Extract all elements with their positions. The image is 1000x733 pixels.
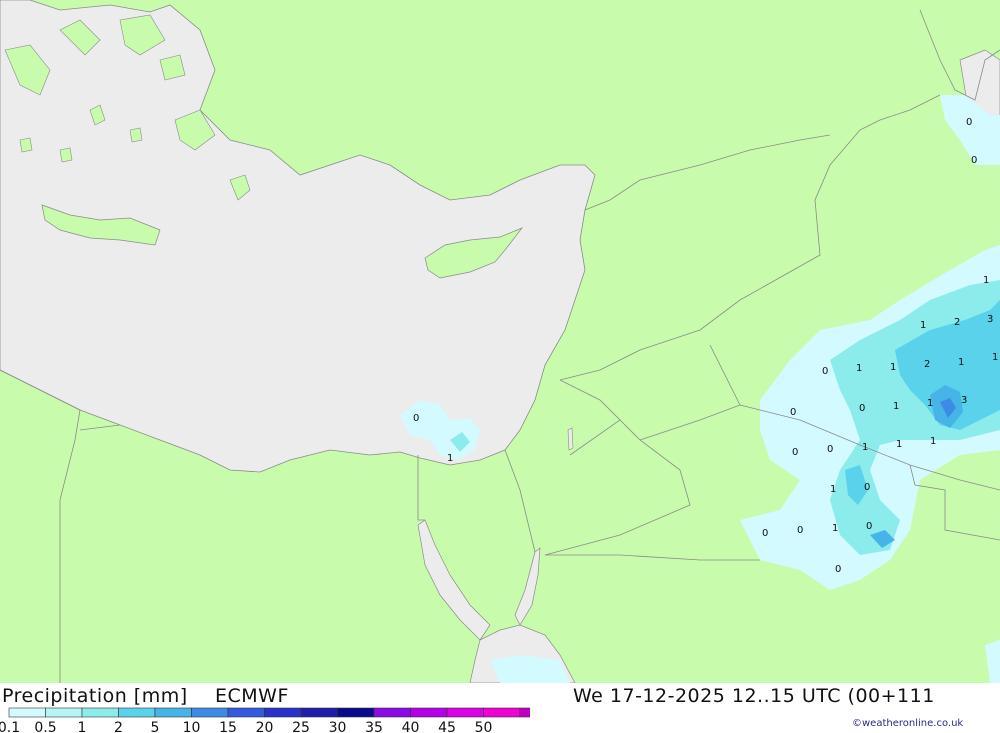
map-value-label: 1 <box>856 363 862 374</box>
map-value-label: 1 <box>992 352 998 363</box>
legend-swatch <box>264 707 302 718</box>
legend-tick-label: 50 <box>475 720 493 733</box>
legend-swatch <box>118 707 156 718</box>
map-value-label: 0 <box>827 444 833 455</box>
map-value-label: 2 <box>924 359 930 370</box>
legend-tick-label: 45 <box>438 720 456 733</box>
legend-swatch <box>8 707 46 718</box>
legend-swatch <box>191 707 229 718</box>
credit-link[interactable]: ©weatheronline.co.uk <box>852 718 963 729</box>
map-value-label: 0 <box>822 366 828 377</box>
map-value-label: 1 <box>447 453 453 464</box>
model-name: ECMWF <box>215 685 289 707</box>
legend-tick-label: 35 <box>365 720 383 733</box>
map-footer: Precipitation [mm] ECMWF We 17-12-2025 1… <box>0 683 1000 733</box>
legend-swatch <box>45 707 83 718</box>
map-value-label: 0 <box>762 528 768 539</box>
map-value-label: 0 <box>797 525 803 536</box>
legend-tick-label: 5 <box>151 720 160 733</box>
map-value-label: 0 <box>835 564 841 575</box>
legend-swatch <box>300 707 338 718</box>
map-value-label: 1 <box>983 275 989 286</box>
legend-tick-label: 30 <box>329 720 347 733</box>
map-value-label: 0 <box>966 117 972 128</box>
map-value-label: 0 <box>792 447 798 458</box>
map-value-label: 1 <box>920 320 926 331</box>
legend-swatch <box>446 707 484 718</box>
map-value-label: 0 <box>864 482 870 493</box>
legend-swatch <box>373 707 411 718</box>
precipitation-map: 0 0 1 1 2 3 0 1 1 2 1 1 0 0 1 1 3 0 0 1 … <box>0 0 1000 683</box>
map-value-label: 1 <box>890 362 896 373</box>
legend-swatch <box>410 707 448 718</box>
legend-swatch <box>483 707 521 718</box>
map-value-label: 3 <box>987 314 993 325</box>
map-value-label: 0 <box>866 521 872 532</box>
legend-tick-label: 1 <box>78 720 87 733</box>
map-value-label: 0 <box>859 403 865 414</box>
map-value-label: 3 <box>961 395 967 406</box>
legend-tick-label: 0.1 <box>0 720 20 733</box>
map-value-label: 0 <box>790 407 796 418</box>
map-value-label: 0 <box>413 413 419 424</box>
map-value-label: 1 <box>893 401 899 412</box>
legend-tick-label: 2 <box>114 720 123 733</box>
dead-sea <box>567 427 574 451</box>
legend-swatch <box>337 707 375 718</box>
map-value-label: 1 <box>832 523 838 534</box>
map-value-label: 1 <box>830 484 836 495</box>
map-value-label: 1 <box>958 357 964 368</box>
valid-time: We 17-12-2025 12..15 UTC (00+111 <box>573 685 935 707</box>
legend-swatch <box>154 707 192 718</box>
map-value-label: 1 <box>927 398 933 409</box>
map-value-label: 1 <box>896 439 902 450</box>
legend-swatch <box>227 707 265 718</box>
map-value-label: 0 <box>971 155 977 166</box>
legend-tick-label: 15 <box>219 720 237 733</box>
legend-tick-label: 25 <box>292 720 310 733</box>
legend-tick-label: 20 <box>256 720 274 733</box>
map-value-label: 2 <box>954 317 960 328</box>
map-title: Precipitation [mm] <box>2 685 188 707</box>
precipitation-legend: 0.1 0.5 1 2 5 10 15 20 25 30 35 40 45 50 <box>0 707 530 733</box>
map-value-label: 1 <box>862 442 868 453</box>
legend-swatch <box>81 707 119 718</box>
legend-tick-label: 40 <box>402 720 420 733</box>
legend-tick-label: 0.5 <box>34 720 56 733</box>
map-value-label: 1 <box>930 436 936 447</box>
legend-tick-label: 10 <box>183 720 201 733</box>
legend-arrow <box>520 708 530 717</box>
